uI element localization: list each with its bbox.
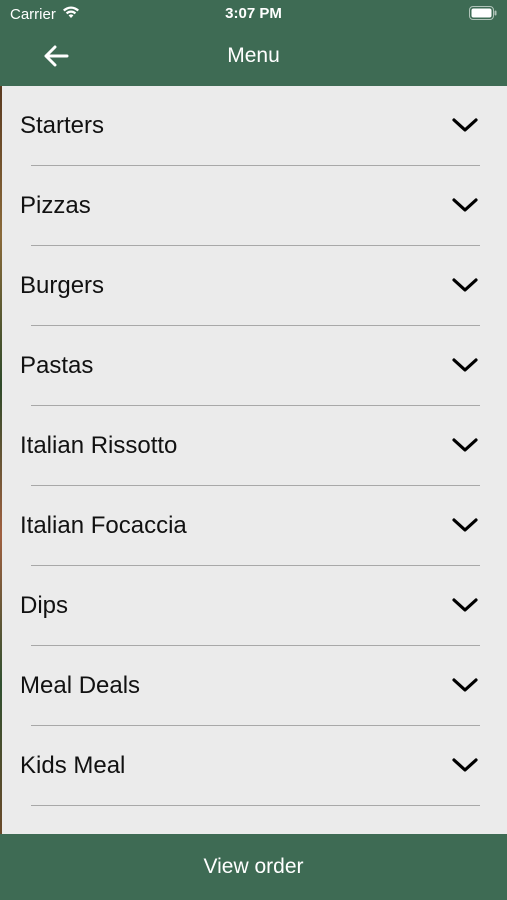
menu-category-label: Starters	[20, 112, 105, 139]
status-time: 3:07 PM	[225, 5, 282, 22]
menu-category-list: Starters Pizzas Burgers Pastas Italian R…	[2, 86, 507, 834]
menu-category-starters[interactable]: Starters	[2, 86, 507, 166]
divider	[31, 805, 480, 806]
menu-category-dips[interactable]: Dips	[2, 566, 507, 646]
status-bar: Carrier 3:07 PM	[0, 0, 507, 28]
chevron-down-icon	[452, 518, 478, 532]
menu-category-label: Pastas	[20, 352, 94, 379]
chevron-down-icon	[452, 678, 478, 692]
menu-category-label: Burgers	[20, 272, 105, 299]
menu-category-pizzas[interactable]: Pizzas	[2, 166, 507, 246]
menu-category-pastas[interactable]: Pastas	[2, 326, 507, 406]
chevron-down-icon	[452, 598, 478, 612]
menu-category-italian-rissotto[interactable]: Italian Rissotto	[2, 406, 507, 486]
menu-category-label: Pizzas	[20, 192, 91, 219]
battery-icon	[469, 6, 497, 24]
menu-category-italian-focaccia[interactable]: Italian Focaccia	[2, 486, 507, 566]
menu-category-label: Meal Deals	[20, 672, 141, 699]
menu-category-kids-meal[interactable]: Kids Meal	[2, 726, 507, 806]
menu-category-label: Italian Rissotto	[20, 432, 178, 459]
chevron-down-icon	[452, 358, 478, 372]
chevron-down-icon	[452, 198, 478, 212]
menu-category-label: Kids Meal	[20, 752, 126, 779]
chevron-down-icon	[452, 278, 478, 292]
menu-category-burgers[interactable]: Burgers	[2, 246, 507, 326]
view-order-button[interactable]: View order	[0, 834, 507, 900]
nav-bar: Menu	[0, 28, 507, 86]
chevron-down-icon	[452, 118, 478, 132]
menu-category-label: Italian Focaccia	[20, 512, 187, 539]
chevron-down-icon	[452, 438, 478, 452]
view-order-label: View order	[203, 855, 304, 878]
menu-category-label: Dips	[20, 592, 69, 619]
menu-category-meal-deals[interactable]: Meal Deals	[2, 646, 507, 726]
page-title: Menu	[227, 44, 280, 67]
chevron-down-icon	[452, 758, 478, 772]
